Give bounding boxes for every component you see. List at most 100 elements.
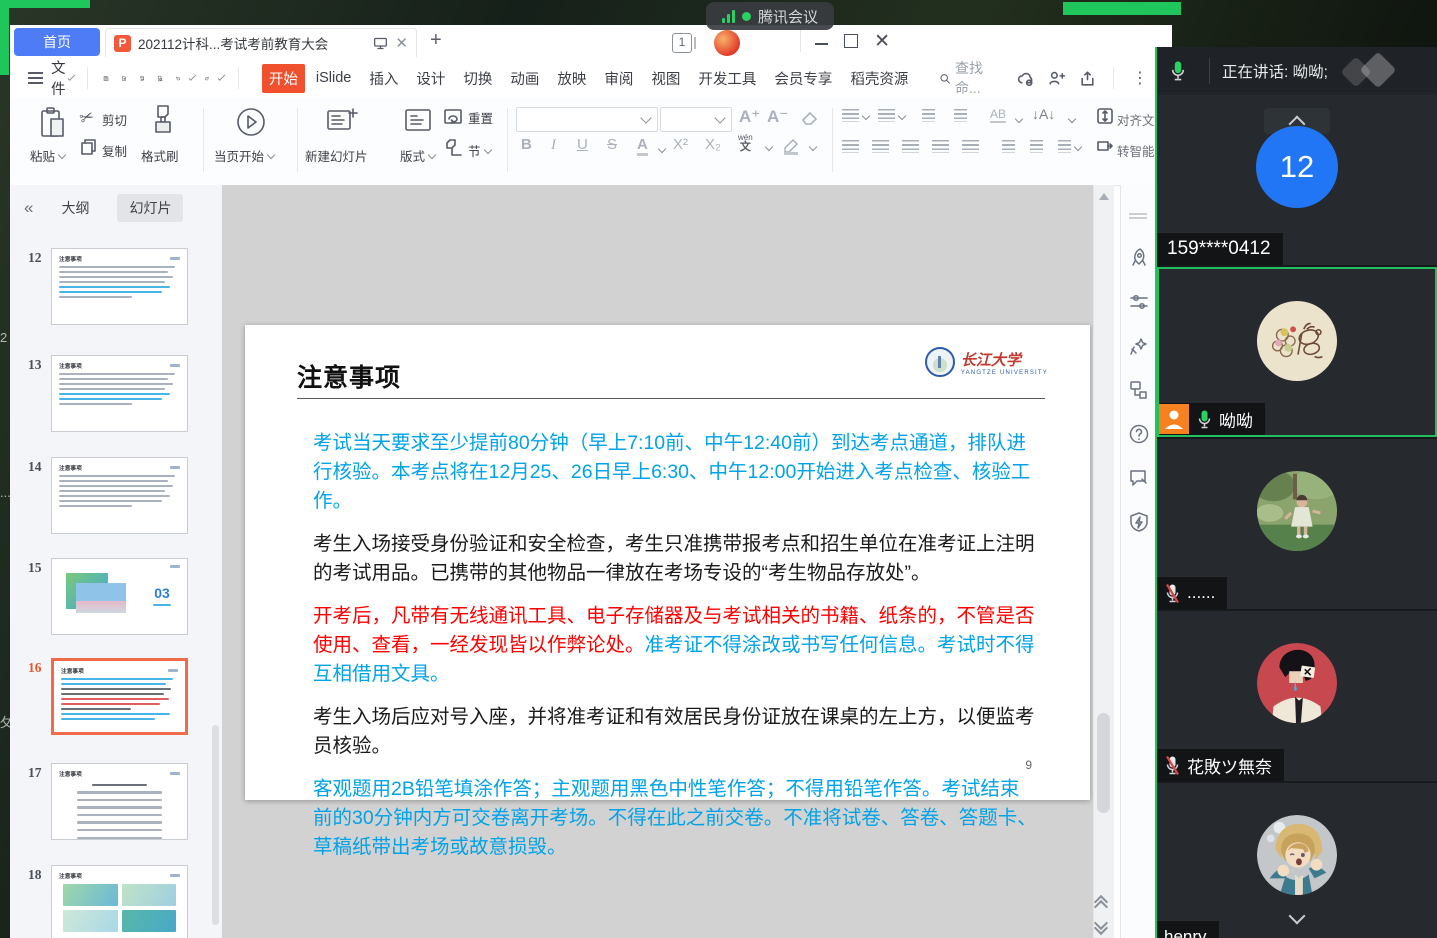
- ribbon-tab-审阅[interactable]: 审阅: [597, 64, 640, 93]
- format-painter-icon[interactable]: [150, 104, 176, 142]
- undo-icon[interactable]: [175, 69, 181, 88]
- decrease-font-icon[interactable]: A⁻: [767, 107, 788, 127]
- ribbon-tab-稻壳资源[interactable]: 稻壳资源: [843, 64, 915, 93]
- flowchart-icon[interactable]: [1128, 379, 1150, 401]
- to-smart-graphic-icon[interactable]: [1096, 138, 1114, 156]
- font-size-select[interactable]: [660, 107, 732, 132]
- ribbon-tab-插入[interactable]: 插入: [362, 64, 405, 93]
- print-icon[interactable]: [139, 69, 145, 88]
- text-direction-chevron-icon[interactable]: [1068, 115, 1076, 123]
- slide-thumbnail-12[interactable]: 注意事项: [51, 248, 188, 325]
- scrollbar-thumb[interactable]: [1097, 713, 1110, 813]
- new-tab-button[interactable]: +: [430, 29, 442, 52]
- file-menu[interactable]: 文件: [51, 57, 66, 99]
- distribute-icon[interactable]: [962, 140, 979, 158]
- ribbon-tab-iSlide[interactable]: iSlide: [309, 66, 358, 90]
- to-smart-graphic-label[interactable]: 转智能图形: [1117, 141, 1157, 160]
- cloud-sync-icon[interactable]: [1016, 69, 1035, 88]
- next-slide-button[interactable]: [1096, 923, 1106, 933]
- font-color-chevron-icon[interactable]: [658, 145, 666, 153]
- cut-icon[interactable]: ✂: [77, 106, 97, 130]
- character-spacing-icon[interactable]: AB: [990, 107, 1006, 123]
- export-icon[interactable]: [121, 69, 127, 88]
- document-tab[interactable]: P 202112计科...考试考前教育大会 ✕: [105, 28, 417, 57]
- bullet-list-icon[interactable]: [842, 109, 873, 127]
- document-count-badge[interactable]: 1: [672, 33, 696, 53]
- align-center-icon[interactable]: [872, 140, 889, 158]
- character-spacing-chevron-icon[interactable]: [1015, 115, 1023, 123]
- superscript-button[interactable]: X²: [673, 136, 688, 153]
- align-text-label[interactable]: 对齐文本: [1117, 110, 1157, 129]
- line-spacing-icon[interactable]: [1058, 140, 1085, 158]
- section-icon[interactable]: [444, 138, 464, 158]
- highlight-chevron-icon[interactable]: [809, 143, 817, 151]
- slide-thumbnail-15[interactable]: 03: [51, 558, 188, 635]
- justify-icon[interactable]: [932, 140, 949, 158]
- layout-label[interactable]: 版式: [400, 146, 439, 165]
- ribbon-tab-开发工具[interactable]: 开发工具: [691, 64, 763, 93]
- upgrade-bolt-icon[interactable]: [1128, 511, 1150, 533]
- ribbon-tab-切换[interactable]: 切换: [456, 64, 499, 93]
- play-from-current-icon[interactable]: [235, 106, 267, 138]
- ribbon-tab-视图[interactable]: 视图: [644, 64, 687, 93]
- increase-indent-icon[interactable]: [954, 109, 967, 127]
- participant-tile[interactable]: 花敗ツ無奈: [1157, 611, 1437, 781]
- line-spacing-up-icon[interactable]: [1002, 140, 1015, 158]
- increase-font-icon[interactable]: A⁺: [739, 107, 760, 127]
- paste-icon[interactable]: [38, 106, 68, 142]
- underline-button[interactable]: U: [577, 136, 588, 153]
- participant-tile[interactable]: henry: [1157, 783, 1437, 938]
- pinyin-chevron-icon[interactable]: [765, 143, 773, 151]
- italic-button[interactable]: I: [551, 136, 556, 154]
- font-color-button[interactable]: A: [637, 136, 648, 156]
- participant-tile[interactable]: 呦呦: [1157, 267, 1437, 437]
- participant-tile[interactable]: ......: [1157, 439, 1437, 609]
- feedback-icon[interactable]: [1128, 467, 1150, 489]
- tab-slides[interactable]: 幻灯片: [117, 194, 183, 222]
- canvas-scrollbar[interactable]: [1093, 185, 1114, 938]
- reset-label[interactable]: 重置: [468, 108, 493, 127]
- paste-label[interactable]: 粘贴: [30, 146, 69, 165]
- layout-icon[interactable]: [403, 107, 433, 135]
- slide-thumbnail-17[interactable]: 注意事项: [51, 763, 188, 840]
- strip-handle-icon[interactable]: [1129, 213, 1147, 215]
- help-icon[interactable]: [1128, 423, 1150, 445]
- numbered-list-icon[interactable]: [878, 109, 909, 127]
- highlight-color-icon[interactable]: [780, 136, 802, 156]
- bold-button[interactable]: B: [521, 136, 532, 153]
- effects-star-icon[interactable]: [1128, 335, 1150, 357]
- reset-icon[interactable]: [443, 107, 465, 127]
- participant-tile[interactable]: 12159****0412: [1157, 95, 1437, 265]
- more-options-icon[interactable]: ⋮: [1132, 68, 1148, 88]
- minimize-button[interactable]: [815, 43, 828, 45]
- play-from-current-label[interactable]: 当页开始: [214, 146, 278, 165]
- file-menu-chevron-icon[interactable]: [67, 73, 75, 81]
- home-tab[interactable]: 首页: [14, 28, 100, 56]
- user-avatar[interactable]: [714, 30, 740, 56]
- thumbnail-scrollbar[interactable]: [212, 725, 219, 925]
- format-painter-label[interactable]: 格式刷: [141, 146, 179, 165]
- collapse-panel-icon[interactable]: «: [24, 198, 33, 218]
- expand-tiles-button[interactable]: [1252, 903, 1342, 933]
- print-preview-icon[interactable]: [157, 69, 163, 88]
- slide-thumbnail-18[interactable]: 注意事项: [51, 865, 188, 938]
- clear-format-icon[interactable]: [800, 108, 820, 126]
- font-name-select[interactable]: [516, 107, 658, 132]
- ribbon-tab-会员专享[interactable]: 会员专享: [767, 64, 839, 93]
- rocket-quick-tools-icon[interactable]: [1128, 247, 1150, 269]
- slide-thumbnail-14[interactable]: 注意事项: [51, 457, 188, 534]
- share-icon[interactable]: [1078, 69, 1097, 88]
- align-text-icon[interactable]: [1096, 107, 1114, 125]
- undo-chevron-icon[interactable]: [189, 73, 197, 81]
- previous-slide-button[interactable]: [1096, 897, 1106, 907]
- line-spacing-down-icon[interactable]: [1030, 140, 1043, 158]
- more-quick-tools-chevron-icon[interactable]: [218, 73, 226, 81]
- settings-sliders-icon[interactable]: [1128, 291, 1150, 313]
- copy-label[interactable]: 复制: [102, 141, 127, 160]
- close-document-icon[interactable]: ✕: [395, 36, 408, 51]
- tab-outline[interactable]: 大纲: [49, 194, 101, 222]
- align-left-icon[interactable]: [842, 140, 859, 158]
- redo-icon[interactable]: [204, 69, 210, 88]
- decrease-indent-icon[interactable]: [922, 109, 935, 127]
- align-right-icon[interactable]: [902, 140, 919, 158]
